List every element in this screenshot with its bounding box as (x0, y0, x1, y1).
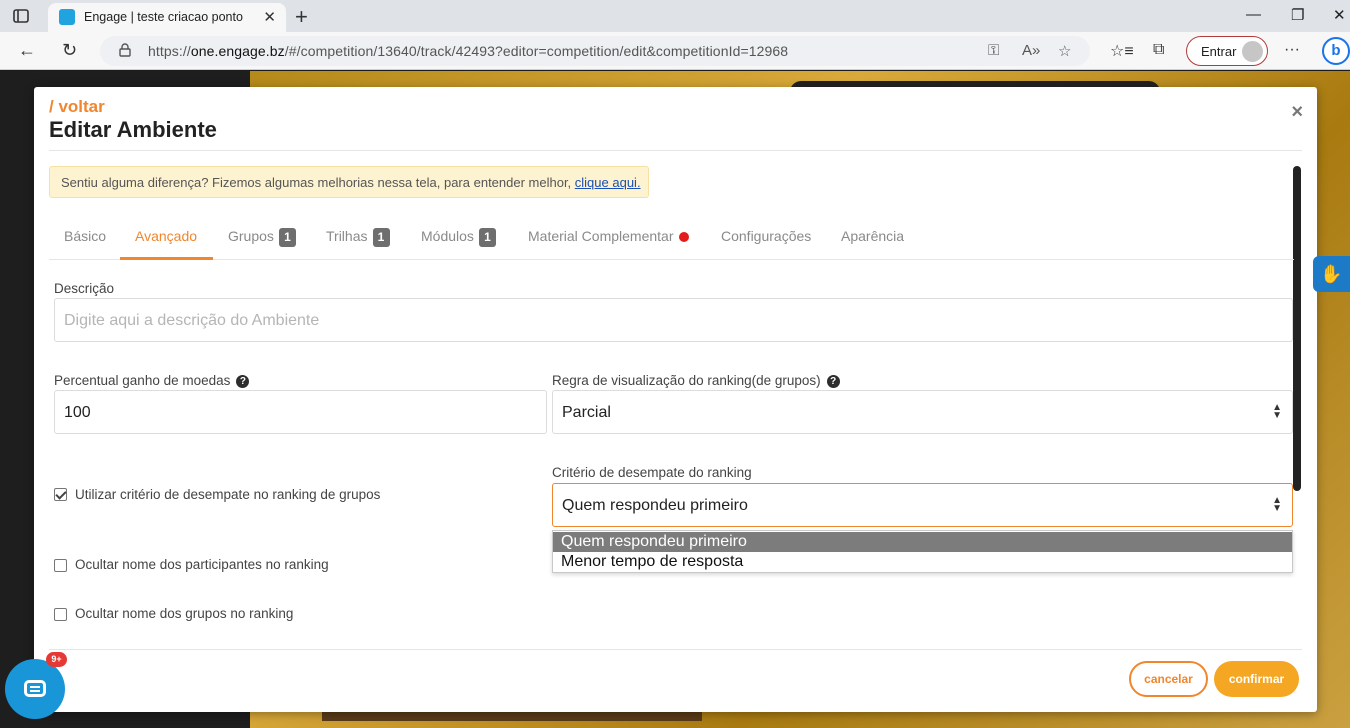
coins-label: Percentual ganho de moedas? (54, 373, 250, 388)
chat-bubble-icon (24, 680, 46, 697)
tiebreak-groups-label[interactable]: Utilizar critério de desempate no rankin… (75, 487, 380, 502)
description-label: Descrição (54, 281, 115, 296)
notice-text: Sentiu alguma diferença? Fizemos algumas… (61, 175, 575, 190)
chat-notification-badge: 9+ (46, 652, 67, 667)
signin-button[interactable]: Entrar (1186, 36, 1268, 66)
active-tab-indicator (120, 257, 213, 260)
url-text: https://one.engage.bz/#/competition/1364… (148, 43, 789, 59)
more-icon[interactable]: ··· (1284, 41, 1300, 59)
window-close-icon[interactable]: ✕ (1333, 6, 1346, 24)
tab-material-complementar[interactable]: Material Complementar (528, 228, 689, 244)
browser-tab[interactable]: Engage | teste criacao ponto ✕ (48, 3, 286, 32)
tab-configuracoes[interactable]: Configurações (721, 228, 811, 244)
cancel-button[interactable]: cancelar (1129, 661, 1208, 697)
coins-value: 100 (64, 404, 91, 421)
back-link[interactable]: / voltar (49, 97, 105, 117)
tab-avancado[interactable]: Avançado (135, 228, 197, 244)
engage-favicon-icon (59, 9, 75, 25)
background-bar (322, 711, 702, 721)
back-arrow-icon[interactable]: ← (18, 40, 36, 61)
help-icon[interactable]: ? (826, 374, 840, 388)
hide-groups-label[interactable]: Ocultar nome dos grupos no ranking (75, 606, 293, 621)
ranking-rule-value: Parcial (562, 404, 611, 421)
dropdown-option[interactable]: Menor tempo de resposta (553, 552, 1292, 572)
edit-environment-modal: / voltar Editar Ambiente × Sentiu alguma… (34, 87, 1317, 712)
improvement-notice: Sentiu alguma diferença? Fizemos algumas… (49, 166, 649, 198)
coins-input[interactable]: 100 (54, 390, 547, 434)
sign-language-icon[interactable]: ✋ (1313, 256, 1350, 292)
divider (49, 649, 1302, 650)
scrollbar[interactable] (1293, 166, 1301, 491)
reload-icon[interactable]: ↻ (62, 40, 77, 61)
tab-modulos[interactable]: Módulos 1 (421, 228, 496, 247)
restore-icon[interactable]: ❐ (1291, 6, 1304, 24)
tab-close-icon[interactable]: ✕ (263, 8, 276, 26)
hide-participants-label[interactable]: Ocultar nome dos participantes no rankin… (75, 557, 329, 572)
add-favorite-icon[interactable]: ☆ (1058, 42, 1071, 60)
hide-groups-checkbox[interactable] (54, 608, 67, 621)
tiebreak-dropdown: Quem respondeu primeiro Menor tempo de r… (552, 530, 1293, 573)
address-bar[interactable]: https://one.engage.bz/#/competition/1364… (100, 36, 1090, 66)
tab-title: Engage | teste criacao ponto (84, 10, 243, 24)
modal-title: Editar Ambiente (49, 117, 217, 142)
key-icon[interactable]: ⚿ (988, 42, 999, 59)
help-icon[interactable]: ? (236, 374, 250, 388)
minimize-icon[interactable]: — (1246, 6, 1261, 23)
hide-participants-checkbox[interactable] (54, 559, 67, 572)
tab-basico[interactable]: Básico (64, 228, 106, 244)
confirm-button[interactable]: confirmar (1214, 661, 1299, 697)
ranking-rule-label: Regra de visualização do ranking(de grup… (552, 373, 840, 388)
tiebreak-label: Critério de desempate do ranking (552, 465, 752, 480)
favorites-icon[interactable]: ☆≡ (1110, 41, 1134, 61)
notice-link[interactable]: clique aqui. (575, 175, 641, 190)
dropdown-option[interactable]: Quem respondeu primeiro (553, 532, 1292, 552)
divider (49, 150, 1302, 151)
tiebreak-value: Quem respondeu primeiro (562, 497, 748, 514)
new-tab-icon[interactable]: + (295, 4, 308, 30)
count-badge: 1 (478, 228, 496, 247)
modal-close-icon[interactable]: × (1291, 101, 1303, 124)
browser-toolbar: ← ↻ https://one.engage.bz/#/competition/… (0, 32, 1350, 70)
ranking-rule-select[interactable]: Parcial ▲ ▼ (552, 390, 1293, 434)
tab-actions-icon[interactable] (12, 7, 30, 25)
tab-bar: Básico Avançado Grupos 1 Trilhas 1 Módulos… (49, 216, 1294, 260)
tab-aparencia[interactable]: Aparência (841, 228, 904, 244)
tiebreak-select[interactable]: Quem respondeu primeiro ▲ ▼ (552, 483, 1293, 527)
read-aloud-icon[interactable]: A» (1022, 42, 1040, 59)
description-input[interactable]: Digite aqui a descrição do Ambiente (54, 298, 1293, 342)
lock-icon[interactable] (118, 43, 132, 57)
signin-label: Entrar (1201, 44, 1237, 59)
tab-grupos[interactable]: Grupos 1 (228, 228, 296, 247)
bing-icon[interactable]: b (1322, 37, 1350, 65)
collections-icon[interactable]: ⧉ (1153, 41, 1164, 59)
tiebreak-groups-checkbox[interactable] (54, 488, 67, 501)
description-placeholder: Digite aqui a descrição do Ambiente (64, 312, 320, 329)
notification-dot-icon (678, 232, 689, 243)
chat-button[interactable] (5, 659, 65, 719)
profile-avatar (1242, 41, 1263, 62)
select-arrows-icon: ▲ ▼ (1272, 402, 1282, 421)
browser-tab-bar: Engage | teste criacao ponto ✕ + — ❐ ✕ (0, 0, 1350, 32)
count-badge: 1 (372, 228, 390, 247)
count-badge: 1 (278, 228, 296, 247)
tab-trilhas[interactable]: Trilhas 1 (326, 228, 390, 247)
select-arrows-icon: ▲ ▼ (1272, 495, 1282, 514)
